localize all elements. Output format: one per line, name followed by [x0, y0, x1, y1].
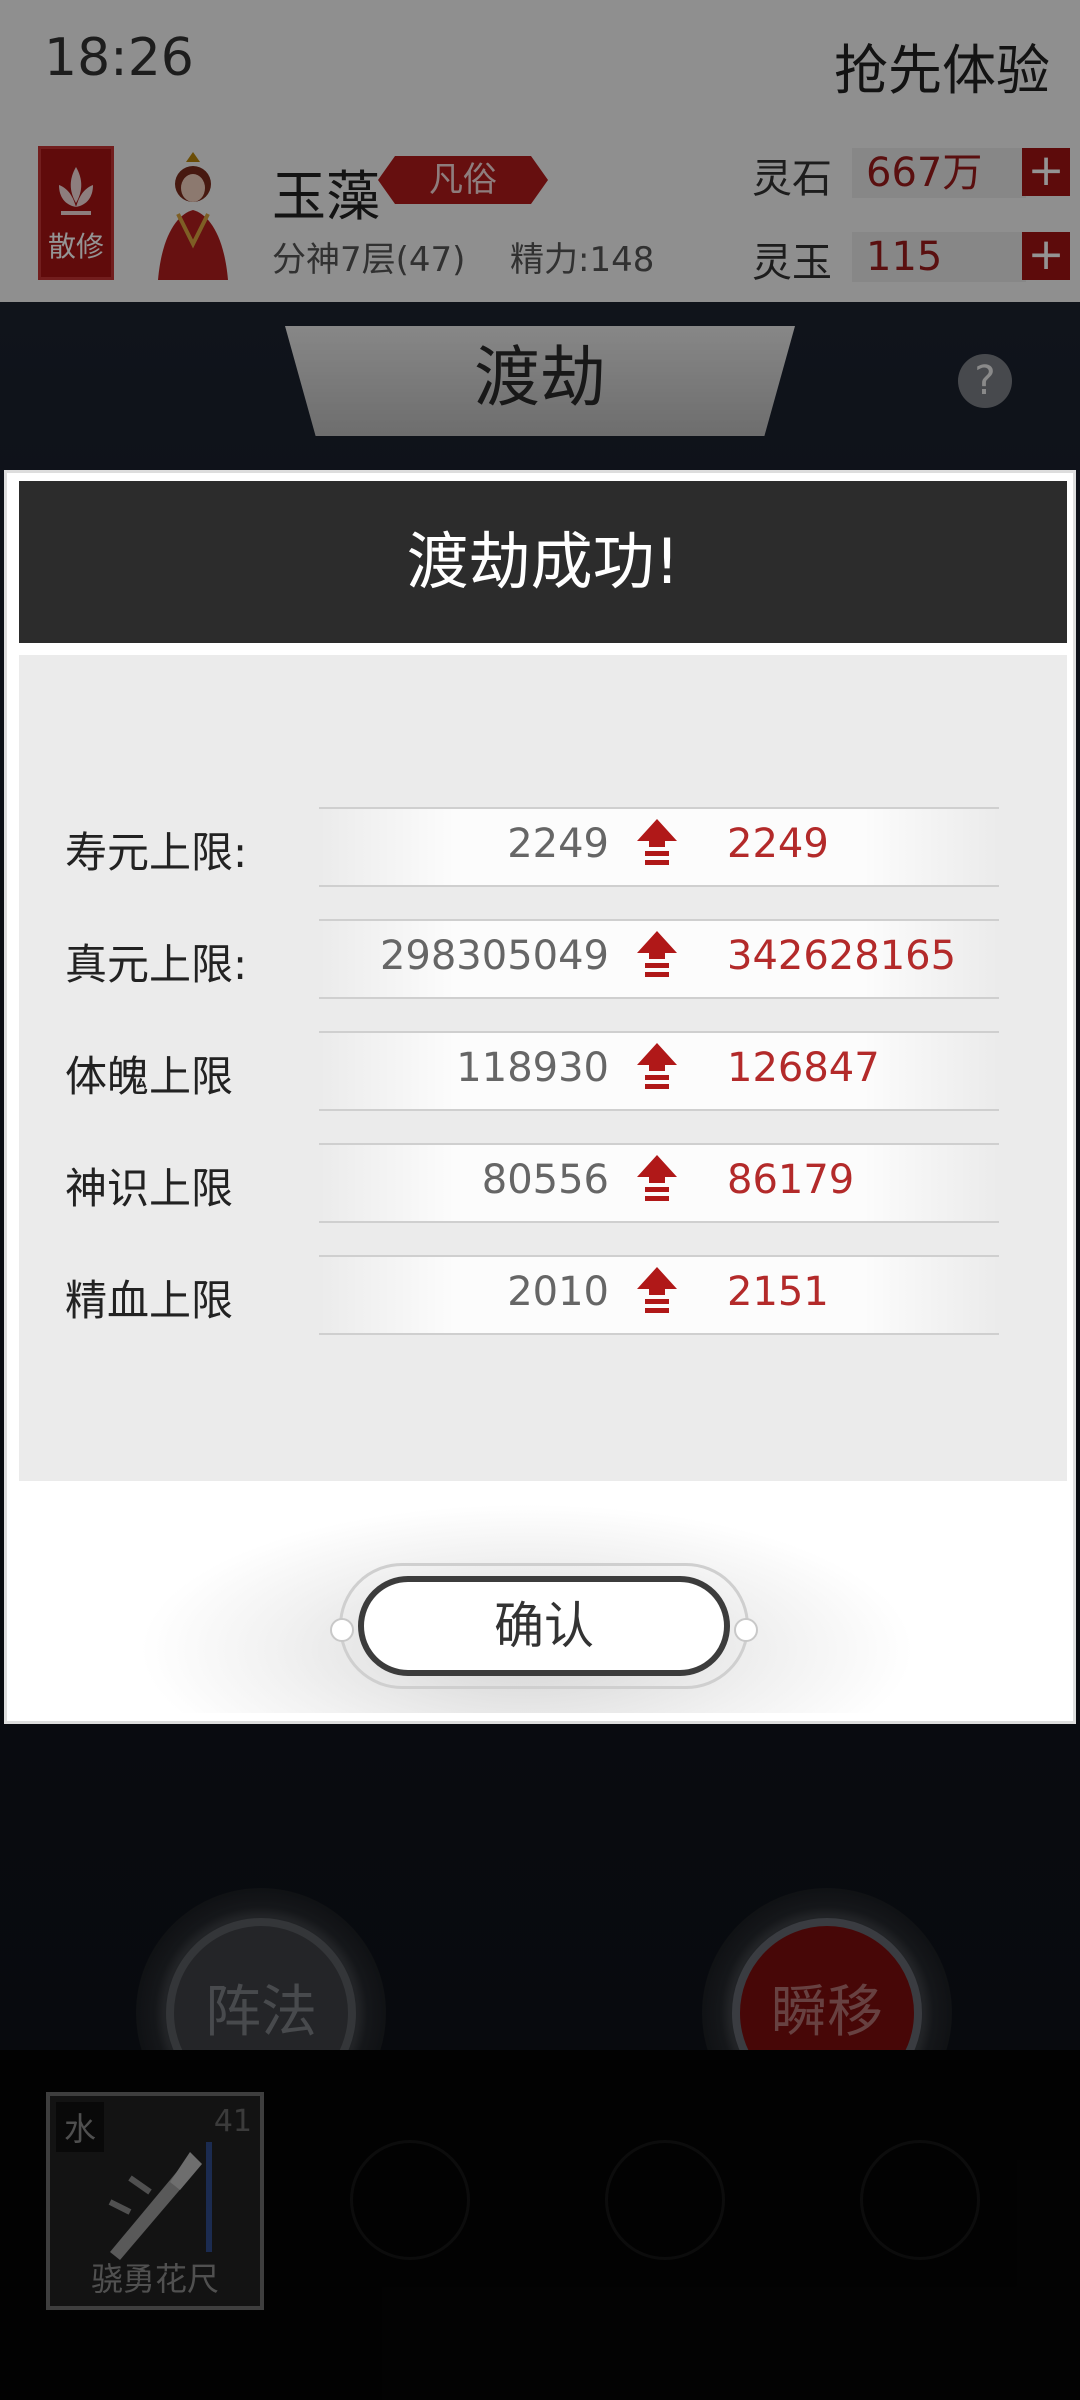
stat-label: 精血上限: [65, 1276, 234, 1325]
confirm-button-frame: 确认: [330, 1563, 758, 1689]
stat-new-value: 2151: [727, 1269, 829, 1315]
stat-new-value: 2249: [727, 821, 829, 867]
stat-label: 真元上限:: [65, 940, 248, 989]
stat-new-value: 86179: [727, 1157, 855, 1203]
tribulation-result-dialog: 渡劫成功! 寿元上限: 2249 2249 真元上限: 298305049 34…: [4, 470, 1076, 1724]
stat-label: 体魄上限: [65, 1052, 234, 1101]
stat-old-value: 80556: [481, 1157, 609, 1203]
increase-arrow-icon: [637, 1155, 677, 1201]
stat-new-value: 342628165: [727, 933, 957, 979]
stat-row: 体魄上限 118930 126847: [19, 1029, 1067, 1111]
increase-arrow-icon: [637, 1043, 677, 1089]
increase-arrow-icon: [637, 931, 677, 977]
stat-label: 神识上限: [65, 1164, 234, 1213]
stat-row: 神识上限 80556 86179: [19, 1141, 1067, 1223]
stat-changes-panel: 寿元上限: 2249 2249 真元上限: 298305049 34262816…: [19, 655, 1067, 1481]
stat-row: 寿元上限: 2249 2249: [19, 805, 1067, 887]
stat-row: 精血上限 2010 2151: [19, 1253, 1067, 1335]
stat-new-value: 126847: [727, 1045, 880, 1091]
increase-arrow-icon: [637, 1267, 677, 1313]
stat-row: 真元上限: 298305049 342628165: [19, 917, 1067, 999]
stat-old-value: 2010: [507, 1269, 609, 1315]
stat-old-value: 2249: [507, 821, 609, 867]
stat-old-value: 118930: [456, 1045, 609, 1091]
stat-old-value: 298305049: [379, 933, 609, 979]
dialog-title: 渡劫成功!: [19, 481, 1067, 643]
increase-arrow-icon: [637, 819, 677, 865]
confirm-button[interactable]: 确认: [358, 1576, 730, 1676]
stat-label: 寿元上限:: [65, 828, 248, 877]
